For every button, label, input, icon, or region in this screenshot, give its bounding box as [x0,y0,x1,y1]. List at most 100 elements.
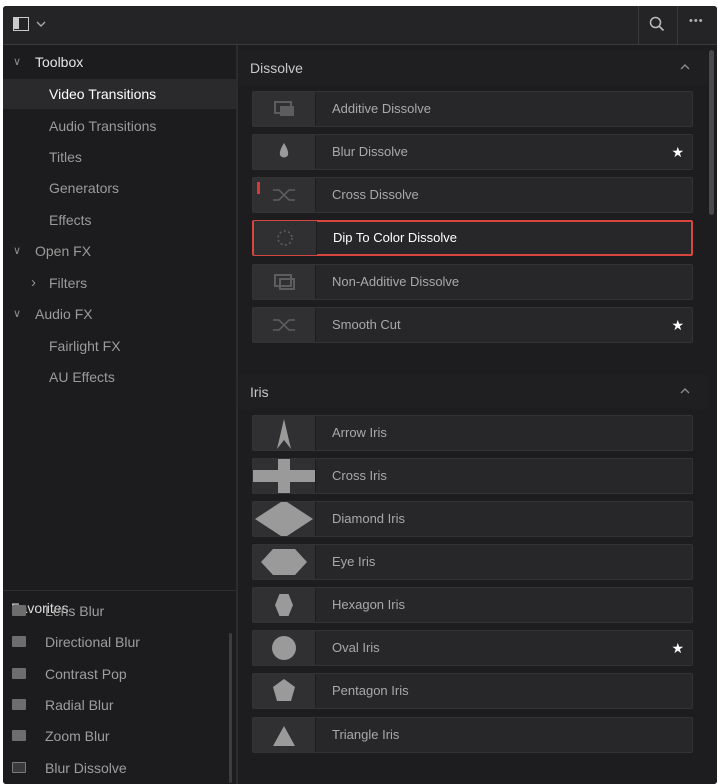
favorites-scrollbar[interactable] [229,633,232,783]
oval-iris-icon [253,631,316,665]
sidebar-item-au-effects[interactable]: AU Effects [3,362,236,392]
section-header-dissolve[interactable]: Dissolve [238,51,708,85]
smooth-cut-icon [253,308,316,342]
section-title: Dissolve [250,60,303,76]
transition-item-dip-to-color-dissolve[interactable]: Dip To Color Dissolve [252,220,693,256]
sidebar-item-open-fx[interactable]: ∨ Open FX [3,236,236,266]
ofx-icon [12,699,26,710]
transition-item-triangle-iris[interactable]: Triangle Iris [252,717,693,753]
sidebar-item-toolbox[interactable]: ∨ Toolbox [3,47,236,77]
favorite-item[interactable]: Directional Blur [3,627,228,657]
sidebar-item-label: Audio Transitions [49,118,157,134]
hexagon-iris-icon [253,588,316,622]
transition-item-blur-dissolve[interactable]: Blur Dissolve ★ [252,134,693,170]
transition-item-non-additive-dissolve[interactable]: Non-Additive Dissolve [252,264,693,300]
sidebar-item-label: Video Transitions [49,86,157,102]
transition-item-cross-iris[interactable]: Cross Iris [252,458,693,494]
chevron-up-icon[interactable] [680,51,690,85]
cross-dissolve-icon [253,178,316,212]
panel-toggle-icon[interactable] [13,17,29,31]
in-use-marker [257,182,260,194]
transition-label: Smooth Cut [332,317,401,332]
transition-item-oval-iris[interactable]: Oval Iris ★ [252,630,693,666]
ofx-icon [12,605,26,616]
transition-label: Blur Dissolve [332,144,408,159]
transition-item-diamond-iris[interactable]: Diamond Iris [252,501,693,537]
favorite-label: Zoom Blur [45,728,110,744]
sidebar-item-fairlight-fx[interactable]: Fairlight FX [3,331,236,361]
non-additive-dissolve-icon [253,265,316,299]
sidebar-item-label: Filters [49,275,88,291]
ofx-icon [12,668,26,679]
favorite-item[interactable]: Zoom Blur [3,721,228,751]
sidebar-item-video-transitions[interactable]: Video Transitions [3,79,236,109]
chevron-down-icon[interactable]: ∨ [13,236,21,266]
chevron-down-icon[interactable]: ∨ [13,299,21,329]
favorite-star-icon[interactable]: ★ [671,631,684,665]
search-icon[interactable] [649,16,665,35]
sidebar-item-filters[interactable]: › Filters [3,268,236,298]
transition-item-eye-iris[interactable]: Eye Iris [252,544,693,580]
transition-item-smooth-cut[interactable]: Smooth Cut ★ [252,307,693,343]
transition-label: Cross Dissolve [332,187,419,202]
sidebar: ∨ Toolbox Video Transitions Audio Transitio… [3,45,236,784]
sidebar-item-generators[interactable]: Generators [3,173,236,203]
chevron-right-icon[interactable]: › [31,268,36,298]
toolbar-divider [677,6,678,44]
favorite-item[interactable]: Contrast Pop [3,659,228,689]
blur-dissolve-icon [253,135,316,169]
transition-item-cross-dissolve[interactable]: Cross Dissolve [252,177,693,213]
sidebar-item-label: Fairlight FX [49,338,121,354]
sidebar-item-label: Audio FX [35,306,93,322]
sidebar-item-audio-fx[interactable]: ∨ Audio FX [3,299,236,329]
ofx-icon [12,636,26,647]
section-header-iris[interactable]: Iris [238,375,708,409]
sidebar-item-titles[interactable]: Titles [3,142,236,172]
pentagon-iris-icon [253,674,316,708]
transition-label: Eye Iris [332,554,376,569]
transition-item-arrow-iris[interactable]: Arrow Iris [252,415,693,451]
toolbar-divider [638,6,639,44]
chevron-down-icon[interactable] [36,16,46,32]
transition-label: Arrow Iris [332,425,387,440]
favorite-item[interactable]: Radial Blur [3,690,228,720]
transition-label: Dip To Color Dissolve [333,230,458,245]
transition-label: Non-Additive Dissolve [332,274,460,289]
transition-label: Triangle Iris [332,727,400,742]
transitions-scrollbar[interactable] [709,50,714,215]
chevron-down-icon[interactable]: ∨ [13,47,21,77]
favorite-star-icon[interactable]: ★ [671,135,684,169]
sidebar-item-label: Titles [49,149,82,165]
additive-dissolve-icon [253,92,316,126]
arrow-iris-icon [253,416,316,450]
transition-label: Diamond Iris [332,511,405,526]
favorite-label: Contrast Pop [45,666,127,682]
favorite-star-icon[interactable]: ★ [671,308,684,342]
sidebar-item-label: Generators [49,180,120,196]
transition-label: Oval Iris [332,640,380,655]
transition-label: Additive Dissolve [332,101,431,116]
triangle-iris-icon [253,718,316,752]
toolbar: ••• [3,6,717,45]
chevron-up-icon[interactable] [680,375,690,409]
transition-item-additive-dissolve[interactable]: Additive Dissolve [252,91,693,127]
favorite-item[interactable]: Lens Blur [3,596,228,626]
dip-to-color-icon [254,221,317,255]
transition-label: Pentagon Iris [332,683,409,698]
sidebar-item-audio-transitions[interactable]: Audio Transitions [3,111,236,141]
favorite-item[interactable]: Blur Dissolve [3,753,228,783]
diamond-iris-icon [253,502,316,536]
effects-library-window: ••• ∨ Toolbox Video Transitions Audio Trans… [3,6,717,784]
favorites-divider [3,590,236,591]
favorite-label: Radial Blur [45,697,114,713]
sidebar-item-effects[interactable]: Effects [3,205,236,235]
transition-item-pentagon-iris[interactable]: Pentagon Iris [252,673,693,709]
ofx-icon [12,730,26,741]
transitions-panel: Dissolve Additive Dissolve Blur Dissolve ★ C… [238,45,717,784]
sidebar-item-label: Effects [49,212,92,228]
more-options-icon[interactable]: ••• [689,15,704,27]
transition-item-hexagon-iris[interactable]: Hexagon Iris [252,587,693,623]
eye-iris-icon [253,545,316,579]
favorite-label: Blur Dissolve [45,760,127,776]
sidebar-item-label: AU Effects [49,369,115,385]
